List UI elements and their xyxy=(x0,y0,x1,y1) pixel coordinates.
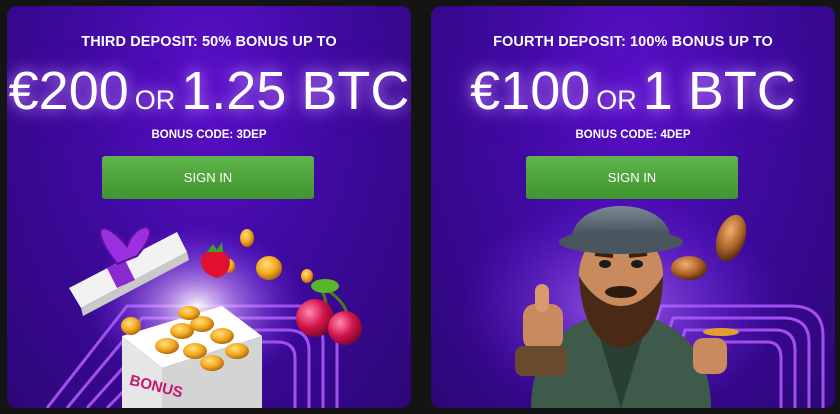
cherries xyxy=(296,279,362,345)
amount-or: OR xyxy=(596,85,637,115)
promo-amount: €100 OR 1 BTC xyxy=(431,58,835,133)
amount-fiat: €100 xyxy=(470,61,591,121)
bonus-code: BONUS CODE: 4DEP xyxy=(575,129,691,141)
promo-headline: FOURTH DEPOSIT: 100% BONUS UP TO xyxy=(493,34,773,50)
bonus-code: BONUS CODE: 3DEP xyxy=(151,129,267,141)
promo-amount: €200 OR 1.25 BTC xyxy=(7,58,411,133)
promo-card-third-deposit: BONUS THIRD DEPOSIT: 50% BONUS UP TO €20… xyxy=(7,6,411,408)
amount-btc: 1 BTC xyxy=(642,61,796,121)
amount-or: OR xyxy=(134,85,176,115)
promo-card-fourth-deposit: FOURTH DEPOSIT: 100% BONUS UP TO €100 OR 1… xyxy=(431,6,835,408)
promo-headline: THIRD DEPOSIT: 50% BONUS UP TO xyxy=(81,34,337,50)
amount-fiat: €200 xyxy=(8,61,129,121)
sign-in-button[interactable]: SIGN IN xyxy=(102,156,314,199)
amount-btc: 1.25 BTC xyxy=(181,61,410,121)
sign-in-button[interactable]: SIGN IN xyxy=(526,156,738,199)
